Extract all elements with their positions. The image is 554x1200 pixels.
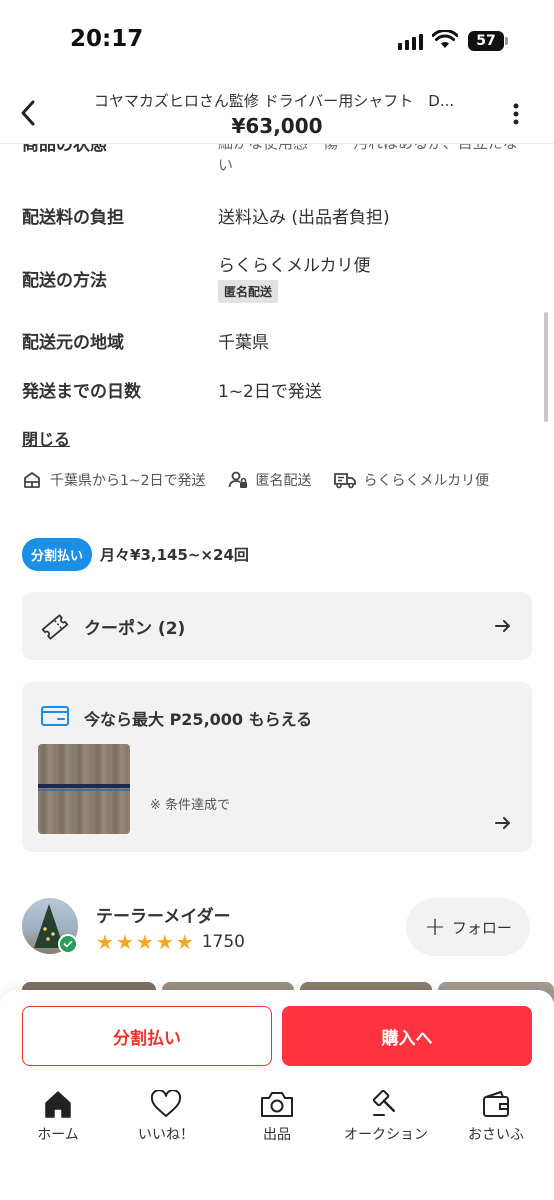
chip-label: らくらくメルカリ便 <box>363 473 490 489</box>
chip-anonymous: 匿名配送 <box>228 470 312 490</box>
close-details-link[interactable]: 閉じる <box>22 426 70 450</box>
star-icon: ★ <box>115 930 134 954</box>
points-condition-note: ※ 条件達成で <box>150 798 231 813</box>
chip-label: 千葉県から1~2日で発送 <box>50 473 206 489</box>
coupon-card[interactable]: クーポン (2) <box>22 592 532 660</box>
tab-label: オークション <box>344 1127 428 1143</box>
seller-rating: ★ ★ ★ ★ ★ 1750 <box>96 932 245 952</box>
star-icon: ★ <box>135 930 154 954</box>
points-campaign-card[interactable]: 今なら最大 P25,000 もらえる ※ 条件達成で <box>22 682 532 852</box>
star-icon: ★ <box>175 930 194 954</box>
installment-info[interactable]: 分割払い 月々¥3,145~×24回 <box>22 538 249 571</box>
coupon-label: クーポン (2) <box>84 619 186 639</box>
detail-label-origin: 配送元の地域 <box>22 333 124 353</box>
tab-label: いいね！ <box>138 1127 194 1143</box>
more-options-icon[interactable] <box>506 102 526 126</box>
cellular-signal-icon <box>398 34 423 50</box>
detail-label-shipping-method: 配送の方法 <box>22 271 107 291</box>
delivery-truck-icon <box>333 473 356 489</box>
verified-check-icon <box>58 934 78 954</box>
follow-button[interactable]: + フォロー <box>406 898 530 956</box>
tab-label: 出品 <box>263 1127 291 1143</box>
follow-label: フォロー <box>451 918 512 937</box>
detail-row-condition: 商品の状態 細かな使用感・傷・汚れはあるが、目立たない <box>0 144 554 180</box>
detail-label-days: 発送までの日数 <box>22 382 141 402</box>
installment-text: 月々¥3,145~×24回 <box>100 546 249 564</box>
battery-icon: 57 <box>468 31 504 51</box>
anonymous-user-icon <box>228 471 247 488</box>
status-bar: 20:17 57 <box>0 0 554 80</box>
points-label: 今なら最大 P25,000 もらえる <box>84 710 313 729</box>
detail-label: 商品の状態 <box>22 144 107 155</box>
detail-value-origin: 千葉県 <box>218 333 269 353</box>
tab-home[interactable]: ホーム <box>3 1086 113 1144</box>
wifi-icon <box>432 30 458 48</box>
tab-label: ホーム <box>37 1127 79 1143</box>
detail-label-shipping-fee: 配送料の負担 <box>22 208 124 228</box>
chip-delivery-service: らくらくメルカリ便 <box>333 470 490 490</box>
tab-likes[interactable]: いいね！ <box>111 1086 221 1144</box>
camera-icon <box>261 1092 293 1117</box>
tab-label: おさいふ <box>468 1127 524 1143</box>
anonymous-shipping-tag: 匿名配送 <box>218 280 279 303</box>
installment-badge: 分割払い <box>22 538 93 571</box>
detail-value-shipping-method: らくらくメルカリ便 <box>218 256 371 276</box>
detail-value: 細かな使用感・傷・汚れはあるが、目立たない <box>218 144 518 174</box>
heart-icon <box>150 1090 182 1117</box>
product-title: コヤマカズヒロさん監修 ドライバー用シャフト D... <box>93 92 455 110</box>
review-count: 1750 <box>201 932 245 952</box>
split-payment-button[interactable]: 分割払い <box>22 1006 272 1066</box>
status-time: 20:17 <box>70 26 144 52</box>
wallet-icon <box>483 1091 509 1117</box>
product-price: ¥63,000 <box>231 114 323 138</box>
coupon-ticket-icon <box>41 614 69 640</box>
shipping-info-chips: 千葉県から1~2日で発送 匿名配送 らくらくメルカリ便 <box>22 470 511 490</box>
bottom-panel: 分割払い 購入へ ホーム いいね！ 出品 オークション おさいふ <box>0 990 554 1200</box>
product-thumbnail <box>38 744 130 834</box>
home-icon <box>45 1091 71 1118</box>
detail-value-shipping-fee: 送料込み (出品者負担) <box>218 208 390 228</box>
seller-name[interactable]: テーラーメイダー <box>96 902 231 927</box>
product-header: コヤマカズヒロさん監修 ドライバー用シャフト D... ¥63,000 <box>0 80 554 144</box>
chip-shipping-days: 千葉県から1~2日で発送 <box>22 470 206 490</box>
star-icon: ★ <box>96 930 114 954</box>
arrow-right-icon <box>495 620 510 632</box>
battery-tip <box>505 37 508 45</box>
scrollbar[interactable] <box>544 312 548 422</box>
detail-value-days: 1~2日で発送 <box>218 382 322 402</box>
arrow-right-icon <box>495 817 510 829</box>
credit-card-icon <box>41 706 69 726</box>
tab-bar: ホーム いいね！ 出品 オークション おさいふ <box>0 1086 554 1156</box>
chip-label: 匿名配送 <box>255 473 312 489</box>
tab-auction[interactable]: オークション <box>331 1086 441 1144</box>
tab-wallet[interactable]: おさいふ <box>441 1086 551 1144</box>
tab-sell[interactable]: 出品 <box>222 1086 332 1144</box>
shipping-box-icon <box>24 472 40 488</box>
gavel-icon <box>372 1089 396 1116</box>
star-icon: ★ <box>155 930 174 954</box>
plus-icon: + <box>424 912 446 942</box>
buy-button[interactable]: 購入へ <box>282 1006 532 1066</box>
